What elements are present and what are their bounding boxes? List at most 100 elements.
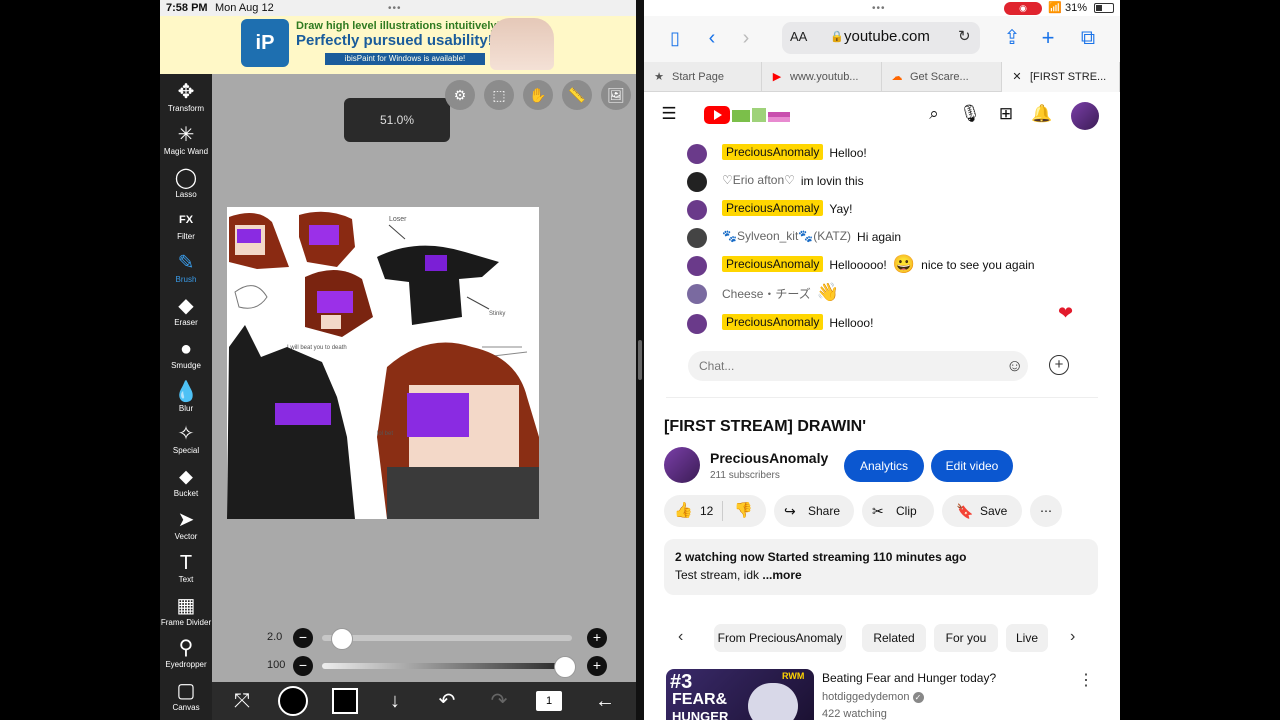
chat-author[interactable]: PreciousAnomaly [722,256,824,272]
chat-avatar[interactable] [687,228,707,248]
tool-canvas[interactable]: ▢ Canvas [160,679,212,720]
layers-button[interactable]: 1 [536,691,562,711]
redo-icon[interactable]: ↷ [486,688,512,714]
opacity-plus-button[interactable]: + [587,656,607,676]
thumbs-down-icon[interactable]: 👎 [734,495,753,527]
channel-avatar[interactable] [664,447,700,483]
share-button[interactable]: ↪ Share [774,495,854,527]
chat-avatar[interactable] [687,144,707,164]
tool-blur[interactable]: 💧 Blur [160,380,212,422]
chat-message[interactable]: PreciousAnomaly Hellooooo! 😀 nice to see yo… [666,254,1098,278]
chat-author[interactable]: PreciousAnomaly [722,314,824,330]
notifications-bell-icon[interactable]: 🔔 [1030,104,1054,124]
youtube-logo[interactable] [704,106,730,124]
video-options-icon[interactable]: ⋮ [1078,670,1094,690]
chips-left-arrow-icon[interactable]: ‹ [678,628,683,646]
search-icon[interactable]: ⌕ [922,104,946,124]
reader-aa-button[interactable]: AA [790,29,807,44]
artwork-canvas[interactable]: Loser Stinky I will beat you to death lo… [227,207,539,519]
chat-author[interactable]: PreciousAnomaly [722,200,824,216]
chat-author[interactable]: ♡Erio afton♡ [722,173,795,187]
brush-size-minus-button[interactable]: − [293,628,313,648]
opacity-track[interactable] [322,663,572,669]
new-tab-icon[interactable]: + [1036,24,1060,52]
chat-message[interactable]: 🐾Sylveon_kit🐾(KATZ) Hi again [666,226,1098,250]
brush-size-track[interactable] [322,635,572,641]
chat-avatar[interactable] [687,172,707,192]
thumbs-up-icon[interactable]: 👍 [674,495,693,527]
tool-vector[interactable]: ➤ Vector [160,508,212,550]
chat-avatar[interactable] [687,314,707,334]
recommended-title[interactable]: Beating Fear and Hunger today? [822,671,996,685]
tool-transform[interactable]: ✥ Transform [160,80,212,122]
ad-banner[interactable]: iP Draw high level illustrations intuiti… [160,16,636,74]
multitasking-dots-icon-right[interactable]: ••• [872,3,886,14]
brush-size-plus-button[interactable]: + [587,628,607,648]
tool-special[interactable]: ✧ Special [160,422,212,464]
chip-live[interactable]: Live [1006,624,1048,652]
back-arrow-icon[interactable]: ← [590,688,620,714]
opacity-minus-button[interactable]: − [293,656,313,676]
channel-name[interactable]: PreciousAnomaly [710,450,828,466]
chat-avatar[interactable] [687,200,707,220]
chip-for-you[interactable]: For you [934,624,998,652]
chat-author[interactable]: PreciousAnomaly [722,144,824,160]
chip-from-channel[interactable]: From PreciousAnomaly [714,624,846,652]
add-chat-item-icon[interactable]: + [1049,355,1069,375]
brush-size-knob[interactable] [330,628,353,650]
url-text[interactable]: youtube.com [844,28,930,45]
sidebar-icon[interactable]: ▯ [662,24,688,52]
microphone-icon[interactable]: 🎙 [958,104,982,124]
tool-bucket[interactable]: ⬥ Bucket [160,465,212,507]
canvas-area[interactable]: 51.0% ⚙ ⬚ ✋ 📏 🖼 Loser Stinky I will beat… [212,74,636,682]
analytics-button[interactable]: Analytics [844,450,924,482]
close-icon[interactable]: ✕ [1010,62,1024,92]
transform-tool-icon[interactable]: ⤧ [228,688,256,714]
chat-input[interactable]: Chat... [688,351,1028,381]
heart-reaction-icon[interactable]: ❤ [1058,303,1073,324]
tool-filter[interactable]: FX Filter [160,208,212,250]
chat-message[interactable]: PreciousAnomaly Helloo! [666,142,1098,166]
opacity-knob[interactable] [554,656,576,678]
edit-video-button[interactable]: Edit video [931,450,1013,482]
tool-frame-divider[interactable]: ▦ Frame Divider [160,594,212,636]
undo-icon[interactable]: ↶ [434,688,460,714]
tool-brush[interactable]: ✎ Brush [160,251,212,293]
hamburger-menu-icon[interactable]: ☰ [657,104,681,124]
layer-settings-icon[interactable]: ⚙ [445,80,475,110]
more-link[interactable]: ...more [762,568,801,582]
multitasking-dots-icon[interactable]: ••• [388,3,402,14]
chat-message[interactable]: PreciousAnomaly Yay! [666,198,1098,222]
recommended-thumbnail[interactable]: #3 FEAR& HUNGER RWM [666,669,814,720]
tool-eraser[interactable]: ◆ Eraser [160,294,212,336]
chat-message[interactable]: Cheese・チーズ 👋 [666,282,1098,306]
chat-message[interactable]: ♡Erio afton♡ im lovin this [666,170,1098,194]
tab-first-stream[interactable]: ✕ [FIRST STRE... [1002,62,1120,92]
color-swatch[interactable] [332,688,358,714]
chat-message[interactable]: PreciousAnomaly Hellooo! [666,312,1098,336]
account-avatar[interactable] [1071,102,1099,130]
ruler-icon[interactable]: 📏 [562,80,592,110]
chips-right-arrow-icon[interactable]: › [1070,628,1075,646]
create-video-icon[interactable]: ⊞ [994,104,1018,124]
tool-eyedropper[interactable]: ⚲ Eyedropper [160,636,212,678]
address-bar[interactable]: AA 🔒 youtube.com ↻ [782,22,980,54]
tool-magic-wand[interactable]: ✳ Magic Wand [160,123,212,165]
recommended-video[interactable]: #3 FEAR& HUNGER RWM Beating Fear and Hun… [664,668,1104,720]
clip-button[interactable]: ✂ Clip [862,495,934,527]
tabs-overview-icon[interactable]: ⧉ [1076,24,1100,52]
description-box[interactable]: 2 watching now Started streaming 110 min… [664,539,1098,595]
forward-icon[interactable]: › [736,24,756,52]
chat-author[interactable]: Cheese・チーズ [722,285,811,302]
opacity-slider[interactable]: 100 − + [212,656,636,678]
divider-grip[interactable] [638,340,642,380]
like-dislike-button[interactable]: 👍 12 👎 [664,495,766,527]
tool-smudge[interactable]: ● Smudge [160,337,212,379]
tool-text[interactable]: T Text [160,551,212,593]
back-icon[interactable]: ‹ [702,24,722,52]
reload-icon[interactable]: ↻ [958,27,971,45]
selection-icon[interactable]: ⬚ [484,80,514,110]
chat-avatar[interactable] [687,256,707,276]
recommended-channel[interactable]: hotdiggedydemon ✓ [822,691,924,703]
brush-size-slider[interactable]: 2.0 − + [212,628,636,650]
